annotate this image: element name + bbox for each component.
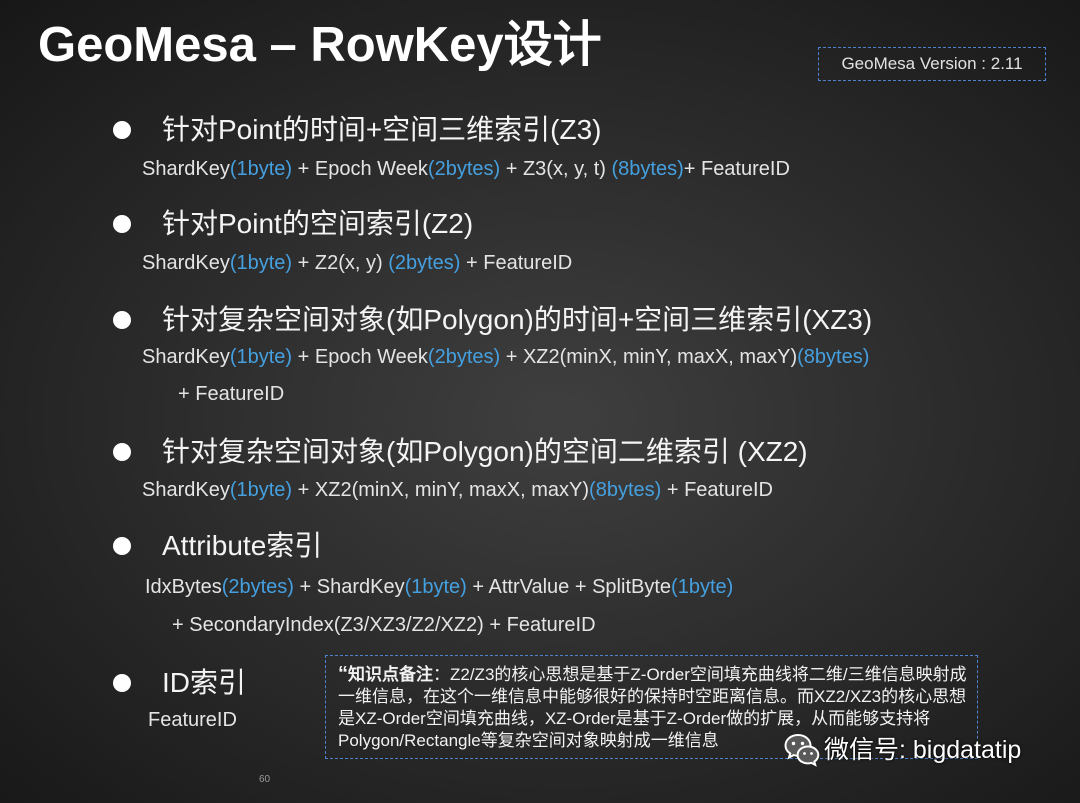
byte-size-label: (2bytes) [427, 158, 501, 180]
byte-size-label: (2bytes) [221, 576, 294, 598]
rowkey-format-xz2: ShardKey(1byte) + XZ2(minX, minY, maxX, … [142, 477, 773, 503]
bullet-dot [113, 537, 131, 555]
format-segment: ShardKey [142, 346, 230, 368]
note-colon: ： [433, 665, 450, 684]
rowkey-format-attribute: IdxBytes(2bytes) + ShardKey(1byte) + Att… [145, 574, 733, 600]
slide: GeoMesa – RowKey设计 GeoMesa Version : 2.1… [0, 0, 1080, 803]
format-segment: + Epoch Week [292, 158, 428, 180]
format-segment: ShardKey [142, 252, 230, 274]
format-segment: + SecondaryIndex(Z3/XZ3/Z2/XZ2) + Featur… [172, 614, 596, 636]
page-number: 60 [259, 774, 271, 785]
byte-size-label: (2bytes) [388, 252, 461, 274]
format-segment: + FeatureID [683, 158, 790, 180]
byte-size-label: (8bytes) [797, 346, 870, 368]
bullet-dot [113, 215, 131, 233]
note-quote-mark: “ [338, 663, 348, 685]
byte-size-label: (1byte) [229, 346, 293, 368]
rowkey-format-z2: ShardKey(1byte) + Z2(x, y) (2bytes) + Fe… [142, 250, 572, 276]
bullet-dot [113, 121, 131, 139]
rowkey-format-z3: ShardKey(1byte) + Epoch Week(2bytes) + Z… [142, 156, 790, 182]
section-heading-id: ID索引 [162, 667, 247, 698]
note-label: 知识点备注 [348, 665, 433, 684]
byte-size-label: (1byte) [229, 252, 293, 274]
section-heading-z3: 针对Point的时间+空间三维索引(Z3) [162, 114, 602, 145]
format-segment: + FeatureID [460, 252, 573, 274]
format-segment: + XZ2(minX, minY, maxX, maxY) [500, 346, 798, 368]
format-segment: ShardKey [142, 479, 230, 501]
format-segment: + XZ2(minX, minY, maxX, maxY) [292, 479, 590, 501]
format-segment: ShardKey [142, 158, 230, 180]
slide-title: GeoMesa – RowKey设计 [38, 18, 602, 72]
bullet-dot [113, 674, 131, 692]
section-heading-attribute: Attribute索引 [162, 530, 323, 561]
byte-size-label: (1byte) [671, 576, 734, 598]
bullet-dot [113, 311, 131, 329]
format-segment: + Z2(x, y) [292, 252, 389, 274]
rowkey-format-xz3: ShardKey(1byte) + Epoch Week(2bytes) + X… [142, 344, 869, 370]
rowkey-format-xz3-continued: + FeatureID [178, 381, 284, 407]
format-segment: + Epoch Week [292, 346, 428, 368]
byte-size-label: (8bytes) [611, 158, 684, 180]
wechat-watermark-text: 微信号: bigdatatip [824, 736, 1022, 764]
format-segment: + FeatureID [178, 383, 285, 405]
format-segment: FeatureID [148, 709, 237, 731]
format-segment: + FeatureID [661, 479, 773, 501]
section-heading-xz3: 针对复杂空间对象(如Polygon)的时间+空间三维索引(XZ3) [162, 304, 873, 335]
rowkey-format-id: FeatureID [148, 707, 237, 733]
wechat-icon [784, 733, 820, 767]
format-segment: + Z3(x, y, t) [500, 158, 612, 180]
format-segment: + AttrValue + SplitByte [466, 576, 672, 598]
section-heading-z2: 针对Point的空间索引(Z2) [162, 208, 474, 239]
byte-size-label: (8bytes) [589, 479, 662, 501]
rowkey-format-attribute-continued: + SecondaryIndex(Z3/XZ3/Z2/XZ2) + Featur… [172, 612, 596, 638]
byte-size-label: (1byte) [229, 479, 293, 501]
format-segment: + ShardKey [293, 576, 405, 598]
section-heading-xz2: 针对复杂空间对象(如Polygon)的空间二维索引 (XZ2) [162, 436, 808, 467]
format-segment: IdxBytes [145, 576, 222, 598]
byte-size-label: (2bytes) [427, 346, 501, 368]
version-badge: GeoMesa Version : 2.11 [818, 47, 1046, 81]
byte-size-label: (1byte) [229, 158, 293, 180]
byte-size-label: (1byte) [404, 576, 467, 598]
bullet-dot [113, 443, 131, 461]
